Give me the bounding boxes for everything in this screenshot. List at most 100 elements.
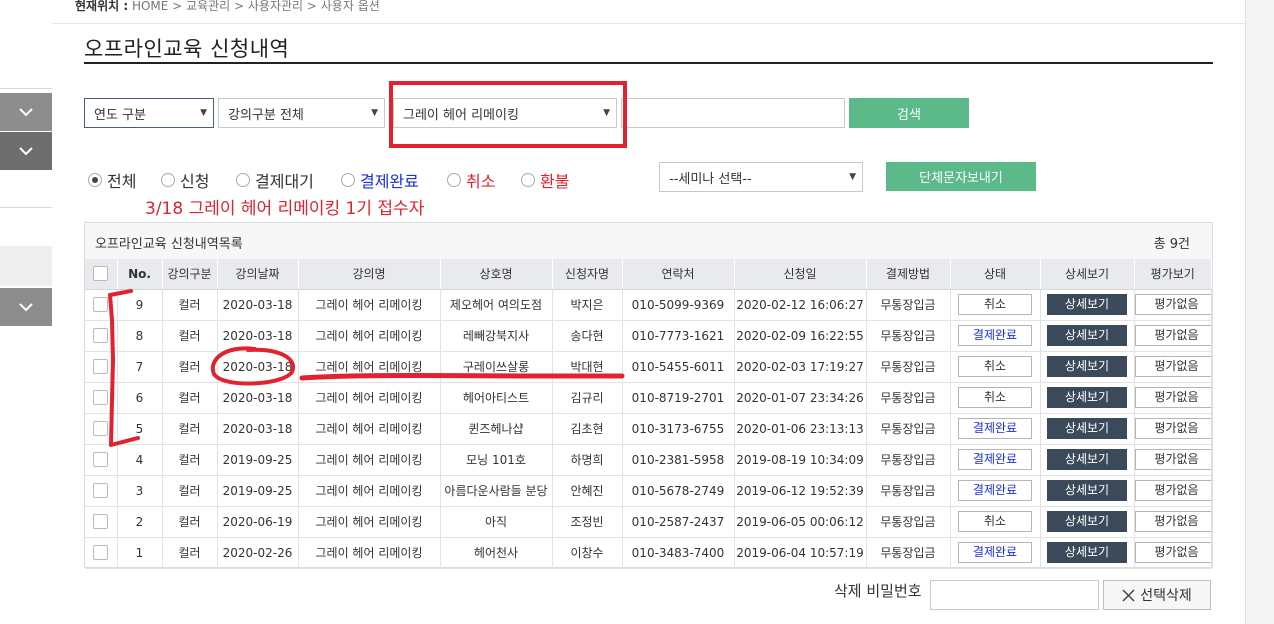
status-button[interactable]: 취소 xyxy=(958,356,1032,377)
radio-icon xyxy=(161,173,175,187)
status-button[interactable]: 결제완료 xyxy=(958,418,1032,439)
cell-eval: 평가없음 xyxy=(1134,289,1212,321)
keyword-input[interactable] xyxy=(621,98,845,128)
cell-type: 컬러 xyxy=(162,289,218,321)
bulk-sms-button[interactable]: 단체문자보내기 xyxy=(886,162,1036,191)
cell-course: 그레이 헤어 리메이킹 xyxy=(298,444,441,476)
row-checkbox[interactable] xyxy=(93,483,109,498)
column-header: No. xyxy=(117,259,163,290)
annotation-highlight-box xyxy=(389,81,627,148)
row-checkbox[interactable] xyxy=(93,545,109,560)
status-button[interactable]: 결제완료 xyxy=(958,449,1032,470)
row-select-cell xyxy=(85,537,118,569)
delete-password-input[interactable] xyxy=(930,580,1099,610)
row-checkbox[interactable] xyxy=(93,328,109,343)
year-select[interactable]: 연도 구분 ▼ xyxy=(84,98,214,128)
sidebar-divider xyxy=(0,88,52,89)
cell-date: 2020-03-18 xyxy=(217,289,299,321)
cell-date: 2020-03-18 xyxy=(217,320,299,352)
filter-apply[interactable]: 신청 xyxy=(161,168,209,192)
detail-button[interactable]: 상세보기 xyxy=(1047,356,1127,377)
cell-shop: 퀸즈헤나샵 xyxy=(440,413,553,445)
cell-course: 그레이 헤어 리메이킹 xyxy=(298,537,441,569)
eval-button[interactable]: 평가없음 xyxy=(1134,418,1211,439)
cell-course: 그레이 헤어 리메이킹 xyxy=(298,320,441,352)
detail-button[interactable]: 상세보기 xyxy=(1047,325,1127,346)
cell-payment: 무통장입금 xyxy=(866,289,951,321)
category-select[interactable]: 강의구분 전체 ▼ xyxy=(218,98,385,128)
row-checkbox[interactable] xyxy=(93,421,109,436)
eval-button[interactable]: 평가없음 xyxy=(1134,356,1211,377)
select-all-checkbox[interactable] xyxy=(93,266,109,282)
cell-status: 결제완료 xyxy=(950,475,1041,507)
dropdown-arrow-icon: ▼ xyxy=(849,172,856,182)
row-checkbox[interactable] xyxy=(93,514,109,529)
cell-payment: 무통장입금 xyxy=(866,351,951,383)
eval-button[interactable]: 평가없음 xyxy=(1134,480,1211,501)
status-button[interactable]: 취소 xyxy=(958,387,1032,408)
row-select-cell xyxy=(85,444,118,476)
detail-button[interactable]: 상세보기 xyxy=(1047,511,1127,532)
column-header: 상호명 xyxy=(440,259,553,290)
status-button[interactable]: 결제완료 xyxy=(958,542,1032,563)
detail-button[interactable]: 상세보기 xyxy=(1047,449,1127,470)
column-header: 상세보기 xyxy=(1040,259,1135,290)
detail-button[interactable]: 상세보기 xyxy=(1047,542,1127,563)
search-button[interactable]: 검색 xyxy=(849,98,969,128)
radio-icon xyxy=(341,173,355,187)
filter-cancel[interactable]: 취소 xyxy=(447,168,495,192)
cell-eval: 평가없음 xyxy=(1134,444,1212,476)
filter-pending[interactable]: 결제대기 xyxy=(236,168,314,192)
sidebar-toggle-2[interactable] xyxy=(0,132,52,170)
cell-date: 2020-03-18 xyxy=(217,351,299,383)
cell-detail: 상세보기 xyxy=(1040,537,1135,569)
filter-refund[interactable]: 환불 xyxy=(521,168,569,192)
eval-button[interactable]: 평가없음 xyxy=(1134,387,1211,408)
dropdown-arrow-icon: ▼ xyxy=(371,108,378,118)
row-checkbox[interactable] xyxy=(93,390,109,405)
status-button[interactable]: 결제완료 xyxy=(958,480,1032,501)
status-button[interactable]: 취소 xyxy=(958,511,1032,532)
chevron-down-icon xyxy=(19,107,33,116)
cell-applied: 2020-02-03 17:19:27 xyxy=(734,351,867,383)
detail-button[interactable]: 상세보기 xyxy=(1047,480,1127,501)
close-icon xyxy=(1122,588,1135,602)
cell-detail: 상세보기 xyxy=(1040,506,1135,538)
seminar-select[interactable]: --세미나 선택-- ▼ xyxy=(659,162,863,192)
sidebar-toggle-3[interactable] xyxy=(0,288,52,326)
cell-applied: 2019-06-04 10:57:19 xyxy=(734,537,867,569)
cell-date: 2020-03-18 xyxy=(217,382,299,414)
filter-paid[interactable]: 결제완료 xyxy=(341,168,419,192)
breadcrumb-path: HOME > 교육관리 > 사용자관리 > 사용자 옵션 xyxy=(128,0,380,13)
column-header: 결제방법 xyxy=(866,259,951,290)
detail-button[interactable]: 상세보기 xyxy=(1047,294,1127,315)
row-checkbox[interactable] xyxy=(93,452,109,467)
eval-button[interactable]: 평가없음 xyxy=(1134,325,1211,346)
filter-all[interactable]: 전체 xyxy=(88,168,136,192)
cell-type: 컬러 xyxy=(162,413,218,445)
detail-button[interactable]: 상세보기 xyxy=(1047,387,1127,408)
sidebar-item[interactable] xyxy=(0,246,52,286)
eval-button[interactable]: 평가없음 xyxy=(1134,542,1211,563)
row-checkbox[interactable] xyxy=(93,297,109,312)
eval-button[interactable]: 평가없음 xyxy=(1134,449,1211,470)
detail-button[interactable]: 상세보기 xyxy=(1047,418,1127,439)
header-divider xyxy=(52,23,1245,24)
application-table: No. 강의구분 강의날짜 강의명 상호명 신청자명 연락처 신청일 결제방법 … xyxy=(85,259,1212,569)
status-button[interactable]: 취소 xyxy=(958,294,1032,315)
cell-course: 그레이 헤어 리메이킹 xyxy=(298,506,441,538)
sidebar-toggle-1[interactable] xyxy=(0,93,52,131)
cell-shop: 구레이쓰살롱 xyxy=(440,351,553,383)
eval-button[interactable]: 평가없음 xyxy=(1134,294,1211,315)
eval-button[interactable]: 평가없음 xyxy=(1134,511,1211,532)
radio-icon xyxy=(236,173,250,187)
cell-no: 7 xyxy=(117,351,163,383)
cell-applied: 2019-06-05 00:06:12 xyxy=(734,506,867,538)
cell-detail: 상세보기 xyxy=(1040,351,1135,383)
row-checkbox[interactable] xyxy=(93,359,109,374)
row-select-cell xyxy=(85,475,118,507)
delete-selected-button[interactable]: 선택삭제 xyxy=(1103,580,1211,610)
status-button[interactable]: 결제완료 xyxy=(958,325,1032,346)
cell-phone: 010-8719-2701 xyxy=(622,382,735,414)
cell-detail: 상세보기 xyxy=(1040,320,1135,352)
